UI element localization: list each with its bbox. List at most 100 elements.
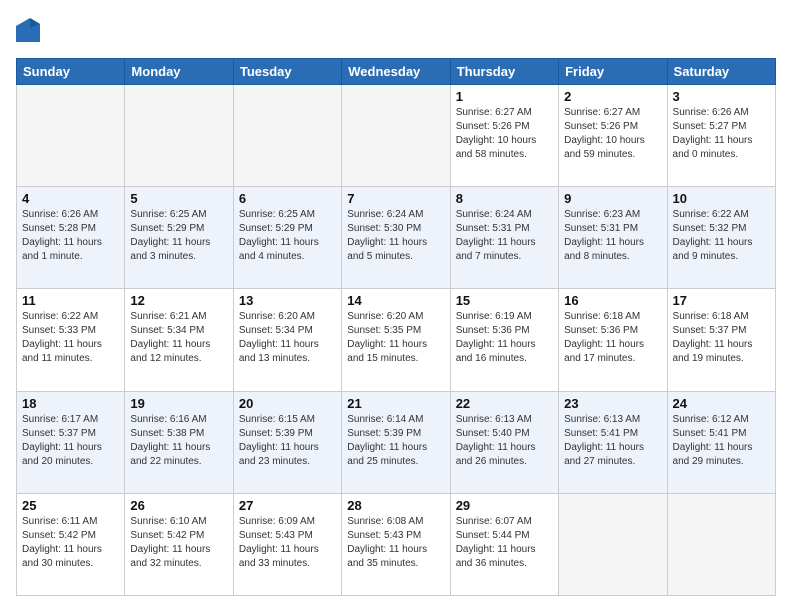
calendar-cell: 10Sunrise: 6:22 AM Sunset: 5:32 PM Dayli… xyxy=(667,187,775,289)
calendar-cell: 18 Sunrise: 6:17 AM Sunset: 5:37 PM Dayli… xyxy=(17,391,125,493)
logo-icon xyxy=(16,18,40,48)
calendar-cell: 15 Sunrise: 6:19 AM Sunset: 5:36 PM Dayli… xyxy=(450,289,558,391)
day-number: 2 xyxy=(564,89,661,104)
day-number: 26 xyxy=(130,498,227,513)
day-number: 14 xyxy=(347,293,444,308)
calendar-cell: 29 Sunrise: 6:07 AM Sunset: 5:44 PM Dayli… xyxy=(450,493,558,595)
day-info: Sunrise: 6:22 AM Sunset: 5:33 PM Dayligh… xyxy=(22,310,119,366)
day-number: 27 xyxy=(239,498,336,513)
logo xyxy=(16,16,42,48)
calendar-cell: 17 Sunrise: 6:18 AM Sunset: 5:37 PM Dayli… xyxy=(667,289,775,391)
day-info: Sunrise: 6:25 AM Sunset: 5:29 PM Dayligh… xyxy=(130,208,227,264)
calendar-week-row: 11 Sunrise: 6:22 AM Sunset: 5:33 PM Dayli… xyxy=(17,289,776,391)
calendar-cell: 7 Sunrise: 6:24 AM Sunset: 5:30 PM Daylig… xyxy=(342,187,450,289)
day-info: Sunrise: 6:24 AM Sunset: 5:31 PM Dayligh… xyxy=(456,208,553,264)
day-info: Sunrise: 6:16 AM Sunset: 5:38 PM Dayligh… xyxy=(130,413,227,469)
day-info: Sunrise: 6:13 AM Sunset: 5:40 PM Dayligh… xyxy=(456,413,553,469)
calendar-cell: 8 Sunrise: 6:24 AM Sunset: 5:31 PM Daylig… xyxy=(450,187,558,289)
day-info: Sunrise: 6:14 AM Sunset: 5:39 PM Dayligh… xyxy=(347,413,444,469)
day-number: 18 xyxy=(22,396,119,411)
day-number: 25 xyxy=(22,498,119,513)
calendar-cell: 20 Sunrise: 6:15 AM Sunset: 5:39 PM Dayli… xyxy=(233,391,341,493)
calendar-cell: 21Sunrise: 6:14 AM Sunset: 5:39 PM Dayli… xyxy=(342,391,450,493)
day-info: Sunrise: 6:27 AM Sunset: 5:26 PM Dayligh… xyxy=(456,106,553,162)
day-info: Sunrise: 6:07 AM Sunset: 5:44 PM Dayligh… xyxy=(456,515,553,571)
day-info: Sunrise: 6:17 AM Sunset: 5:37 PM Dayligh… xyxy=(22,413,119,469)
day-info: Sunrise: 6:18 AM Sunset: 5:36 PM Dayligh… xyxy=(564,310,661,366)
page: SundayMondayTuesdayWednesdayThursdayFrid… xyxy=(0,0,792,612)
day-info: Sunrise: 6:22 AM Sunset: 5:32 PM Dayligh… xyxy=(673,208,770,264)
day-info: Sunrise: 6:09 AM Sunset: 5:43 PM Dayligh… xyxy=(239,515,336,571)
day-number: 24 xyxy=(673,396,770,411)
day-number: 8 xyxy=(456,191,553,206)
day-number: 23 xyxy=(564,396,661,411)
day-info: Sunrise: 6:26 AM Sunset: 5:27 PM Dayligh… xyxy=(673,106,770,162)
day-number: 4 xyxy=(22,191,119,206)
day-info: Sunrise: 6:21 AM Sunset: 5:34 PM Dayligh… xyxy=(130,310,227,366)
col-header-monday: Monday xyxy=(125,59,233,85)
day-number: 9 xyxy=(564,191,661,206)
day-info: Sunrise: 6:18 AM Sunset: 5:37 PM Dayligh… xyxy=(673,310,770,366)
calendar-cell xyxy=(342,85,450,187)
day-info: Sunrise: 6:26 AM Sunset: 5:28 PM Dayligh… xyxy=(22,208,119,264)
day-number: 16 xyxy=(564,293,661,308)
calendar-cell xyxy=(667,493,775,595)
day-info: Sunrise: 6:25 AM Sunset: 5:29 PM Dayligh… xyxy=(239,208,336,264)
header xyxy=(16,16,776,48)
day-number: 7 xyxy=(347,191,444,206)
day-number: 22 xyxy=(456,396,553,411)
day-info: Sunrise: 6:19 AM Sunset: 5:36 PM Dayligh… xyxy=(456,310,553,366)
calendar-cell: 16 Sunrise: 6:18 AM Sunset: 5:36 PM Dayli… xyxy=(559,289,667,391)
day-number: 20 xyxy=(239,396,336,411)
calendar-cell: 25 Sunrise: 6:11 AM Sunset: 5:42 PM Dayli… xyxy=(17,493,125,595)
day-number: 17 xyxy=(673,293,770,308)
calendar-cell xyxy=(17,85,125,187)
day-number: 6 xyxy=(239,191,336,206)
calendar-cell: 27 Sunrise: 6:09 AM Sunset: 5:43 PM Dayli… xyxy=(233,493,341,595)
calendar-cell xyxy=(125,85,233,187)
calendar-cell: 13Sunrise: 6:20 AM Sunset: 5:34 PM Dayli… xyxy=(233,289,341,391)
calendar-cell: 6 Sunrise: 6:25 AM Sunset: 5:29 PM Daylig… xyxy=(233,187,341,289)
col-header-thursday: Thursday xyxy=(450,59,558,85)
col-header-friday: Friday xyxy=(559,59,667,85)
col-header-saturday: Saturday xyxy=(667,59,775,85)
day-info: Sunrise: 6:23 AM Sunset: 5:31 PM Dayligh… xyxy=(564,208,661,264)
calendar-header-row: SundayMondayTuesdayWednesdayThursdayFrid… xyxy=(17,59,776,85)
day-info: Sunrise: 6:12 AM Sunset: 5:41 PM Dayligh… xyxy=(673,413,770,469)
day-info: Sunrise: 6:20 AM Sunset: 5:35 PM Dayligh… xyxy=(347,310,444,366)
calendar-cell: 3 Sunrise: 6:26 AM Sunset: 5:27 PM Daylig… xyxy=(667,85,775,187)
calendar-cell: 5 Sunrise: 6:25 AM Sunset: 5:29 PM Daylig… xyxy=(125,187,233,289)
day-info: Sunrise: 6:08 AM Sunset: 5:43 PM Dayligh… xyxy=(347,515,444,571)
calendar-week-row: 1 Sunrise: 6:27 AM Sunset: 5:26 PM Daylig… xyxy=(17,85,776,187)
calendar-cell: 23 Sunrise: 6:13 AM Sunset: 5:41 PM Dayli… xyxy=(559,391,667,493)
day-info: Sunrise: 6:24 AM Sunset: 5:30 PM Dayligh… xyxy=(347,208,444,264)
calendar-cell: 28 Sunrise: 6:08 AM Sunset: 5:43 PM Dayli… xyxy=(342,493,450,595)
col-header-sunday: Sunday xyxy=(17,59,125,85)
calendar-cell: 19 Sunrise: 6:16 AM Sunset: 5:38 PM Dayli… xyxy=(125,391,233,493)
calendar-table: SundayMondayTuesdayWednesdayThursdayFrid… xyxy=(16,58,776,596)
day-info: Sunrise: 6:13 AM Sunset: 5:41 PM Dayligh… xyxy=(564,413,661,469)
calendar-cell: 9 Sunrise: 6:23 AM Sunset: 5:31 PM Daylig… xyxy=(559,187,667,289)
day-number: 12 xyxy=(130,293,227,308)
day-number: 5 xyxy=(130,191,227,206)
day-info: Sunrise: 6:11 AM Sunset: 5:42 PM Dayligh… xyxy=(22,515,119,571)
calendar-cell: 2Sunrise: 6:27 AM Sunset: 5:26 PM Daylig… xyxy=(559,85,667,187)
day-info: Sunrise: 6:15 AM Sunset: 5:39 PM Dayligh… xyxy=(239,413,336,469)
calendar-cell: 14 Sunrise: 6:20 AM Sunset: 5:35 PM Dayli… xyxy=(342,289,450,391)
col-header-wednesday: Wednesday xyxy=(342,59,450,85)
calendar-week-row: 4 Sunrise: 6:26 AM Sunset: 5:28 PM Daylig… xyxy=(17,187,776,289)
calendar-cell xyxy=(233,85,341,187)
calendar-cell: 26 Sunrise: 6:10 AM Sunset: 5:42 PM Dayli… xyxy=(125,493,233,595)
day-number: 28 xyxy=(347,498,444,513)
day-info: Sunrise: 6:20 AM Sunset: 5:34 PM Dayligh… xyxy=(239,310,336,366)
calendar-cell xyxy=(559,493,667,595)
day-number: 11 xyxy=(22,293,119,308)
day-info: Sunrise: 6:10 AM Sunset: 5:42 PM Dayligh… xyxy=(130,515,227,571)
day-number: 29 xyxy=(456,498,553,513)
day-number: 3 xyxy=(673,89,770,104)
day-number: 1 xyxy=(456,89,553,104)
calendar-cell: 24 Sunrise: 6:12 AM Sunset: 5:41 PM Dayli… xyxy=(667,391,775,493)
calendar-week-row: 18 Sunrise: 6:17 AM Sunset: 5:37 PM Dayli… xyxy=(17,391,776,493)
day-number: 19 xyxy=(130,396,227,411)
day-number: 15 xyxy=(456,293,553,308)
